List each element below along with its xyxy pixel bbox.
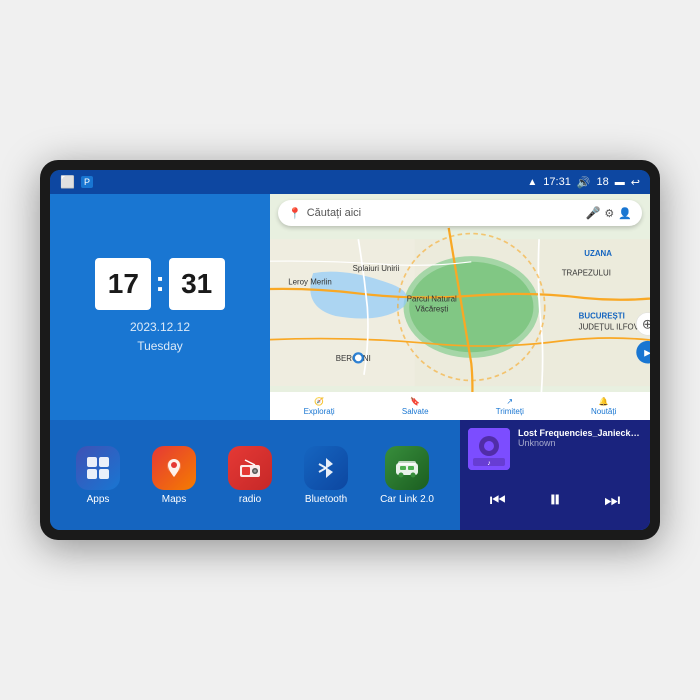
- clock-display: 17 : 31: [95, 258, 224, 310]
- map-explore-item[interactable]: 🧭 Explorați: [304, 397, 335, 416]
- clock-colon: :: [155, 266, 164, 298]
- explore-icon: 🧭: [314, 397, 324, 406]
- map-bottom-bar: 🧭 Explorați 🔖 Salvate ↗ Trimiteți 🔔: [270, 392, 650, 420]
- map-svg: UZANA TRAPEZULUI Parcul Natural Văcăreșt…: [270, 194, 650, 420]
- device-screen: ⬜ P ▲ 17:31 🔊 18 ▬ ↩ 17 : 31: [50, 170, 650, 530]
- apps-bar: Apps Maps: [50, 420, 460, 530]
- app-item-maps[interactable]: Maps: [152, 446, 196, 505]
- map-share-item[interactable]: ↗ Trimiteți: [496, 397, 524, 416]
- music-panel: ♪ Lost Frequencies_Janieck Devy-... Unkn…: [460, 420, 650, 530]
- news-label: Noutăți: [591, 407, 616, 416]
- music-info: ♪ Lost Frequencies_Janieck Devy-... Unkn…: [468, 428, 642, 470]
- map-saved-item[interactable]: 🔖 Salvate: [402, 397, 429, 416]
- apps-icon: [76, 446, 120, 490]
- app-item-carlink[interactable]: Car Link 2.0: [380, 446, 434, 505]
- svg-text:Leroy Merlin: Leroy Merlin: [288, 277, 332, 286]
- svg-text:TRAPEZULUI: TRAPEZULUI: [562, 268, 611, 277]
- news-icon: 🔔: [599, 397, 609, 406]
- music-controls: ⏮ ⏸ ⏭: [468, 482, 642, 518]
- explore-label: Explorați: [304, 407, 335, 416]
- prev-button[interactable]: ⏮: [486, 486, 510, 515]
- bluetooth-label: Bluetooth: [305, 494, 347, 505]
- map-gear-icon[interactable]: ⚙: [604, 207, 614, 220]
- volume-icon: 🔊: [577, 176, 591, 189]
- battery-icon: ▬: [615, 177, 625, 188]
- share-icon: ↗: [506, 397, 513, 406]
- music-thumbnail: ♪: [468, 428, 510, 470]
- svg-text:►: ►: [642, 348, 650, 360]
- svg-text:Parcul Natural: Parcul Natural: [407, 294, 457, 303]
- map-pin-icon: 📍: [288, 207, 302, 220]
- clock-date: 2023.12.12 Tuesday: [130, 318, 190, 356]
- music-text: Lost Frequencies_Janieck Devy-... Unknow…: [518, 428, 642, 448]
- maps-label: Maps: [162, 494, 186, 505]
- bottom-section: Apps Maps: [50, 420, 650, 530]
- svg-text:BUCUREȘTI: BUCUREȘTI: [579, 311, 625, 320]
- play-pause-button[interactable]: ⏸: [545, 482, 565, 518]
- carlink-label: Car Link 2.0: [380, 494, 434, 505]
- map-search-bar[interactable]: 📍 Căutați aici 🎤 ⚙ 👤: [278, 200, 642, 226]
- status-left: ⬜ P: [60, 175, 93, 189]
- music-artist: Unknown: [518, 438, 642, 448]
- main-content: 17 : 31 2023.12.12 Tuesday: [50, 194, 650, 530]
- home-icon[interactable]: ⬜: [60, 175, 75, 189]
- status-time: 17:31: [543, 176, 571, 188]
- music-title: Lost Frequencies_Janieck Devy-...: [518, 428, 642, 438]
- parking-icon: P: [81, 176, 93, 188]
- back-icon[interactable]: ↩: [631, 176, 640, 189]
- saved-icon: 🔖: [410, 397, 420, 406]
- app-item-apps[interactable]: Apps: [76, 446, 120, 505]
- radio-icon: [228, 446, 272, 490]
- svg-text:♪: ♪: [487, 460, 491, 467]
- share-label: Trimiteți: [496, 407, 524, 416]
- svg-text:UZANA: UZANA: [584, 249, 612, 258]
- status-right: ▲ 17:31 🔊 18 ▬ ↩: [527, 176, 640, 189]
- bluetooth-icon: [304, 446, 348, 490]
- apps-label: Apps: [87, 494, 110, 505]
- map-news-item[interactable]: 🔔 Noutăți: [591, 397, 616, 416]
- svg-text:⊕: ⊕: [642, 316, 650, 331]
- saved-label: Salvate: [402, 407, 429, 416]
- carlink-icon: [385, 446, 429, 490]
- svg-text:Splaiuri Unirii: Splaiuri Unirii: [353, 264, 400, 273]
- map-panel[interactable]: UZANA TRAPEZULUI Parcul Natural Văcăreșt…: [270, 194, 650, 420]
- svg-text:JUDEȚUL ILFOV: JUDEȚUL ILFOV: [579, 323, 640, 332]
- battery-level: 18: [597, 176, 609, 188]
- map-mic-icon[interactable]: 🎤: [585, 206, 600, 220]
- radio-label: radio: [239, 494, 261, 505]
- next-button[interactable]: ⏭: [600, 486, 624, 515]
- map-search-text[interactable]: Căutați aici: [307, 207, 586, 219]
- clock-panel: 17 : 31 2023.12.12 Tuesday: [50, 194, 270, 420]
- status-bar: ⬜ P ▲ 17:31 🔊 18 ▬ ↩: [50, 170, 650, 194]
- app-item-radio[interactable]: radio: [228, 446, 272, 505]
- clock-minutes: 31: [169, 258, 225, 310]
- clock-hours: 17: [95, 258, 151, 310]
- device-outer: ⬜ P ▲ 17:31 🔊 18 ▬ ↩ 17 : 31: [40, 160, 660, 540]
- map-account-icon[interactable]: 👤: [618, 207, 632, 220]
- signal-icon: ▲: [527, 177, 537, 188]
- maps-icon: [152, 446, 196, 490]
- top-section: 17 : 31 2023.12.12 Tuesday: [50, 194, 650, 420]
- svg-text:Văcărești: Văcărești: [415, 305, 448, 314]
- app-item-bluetooth[interactable]: Bluetooth: [304, 446, 348, 505]
